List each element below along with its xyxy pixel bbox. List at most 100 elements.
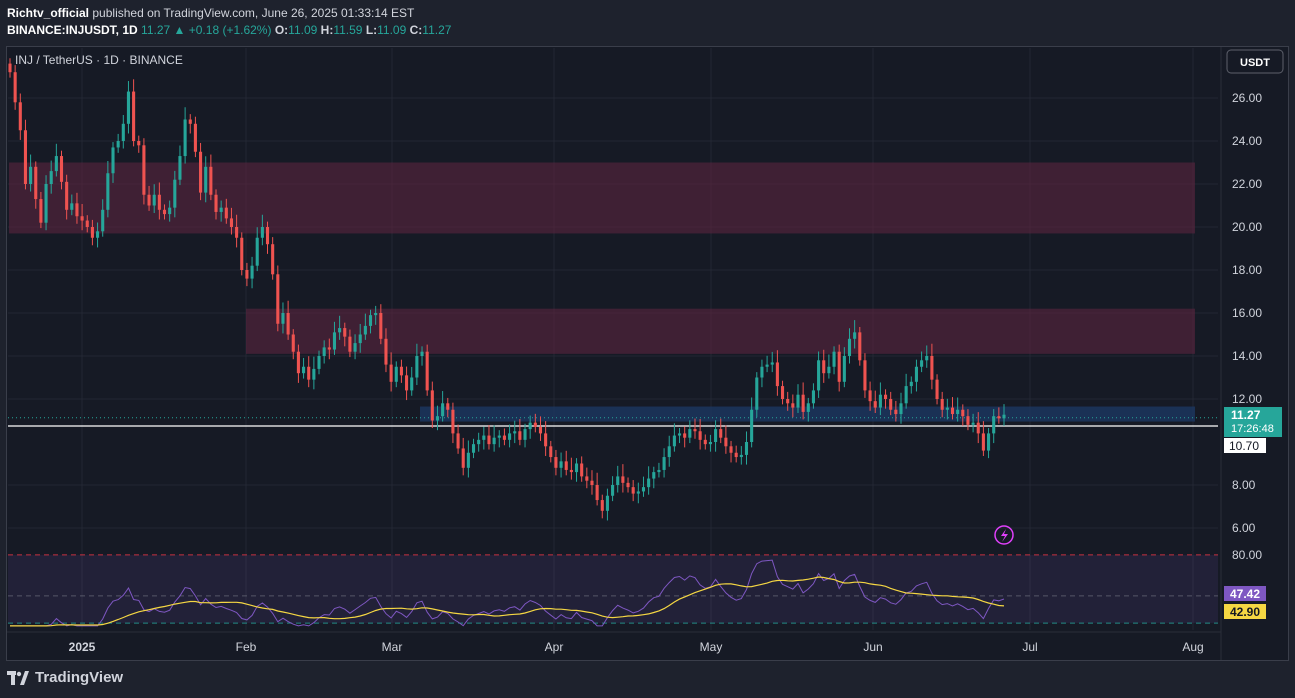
candle-body [971, 422, 975, 425]
candle-body [652, 472, 656, 479]
candle-body [703, 439, 707, 445]
candle-body [441, 403, 445, 417]
candle-body [343, 328, 347, 337]
candle-body [126, 91, 131, 124]
candle-body [806, 403, 810, 412]
candle-body [580, 463, 584, 477]
x-tick-label: May [700, 640, 723, 654]
tradingview-logo[interactable]: TradingView [7, 669, 123, 686]
candle-body [595, 485, 599, 501]
candle-body [714, 429, 718, 442]
candle-body [1002, 414, 1006, 419]
candle-body [332, 332, 337, 350]
candle-body [894, 409, 898, 415]
candle-body [528, 422, 532, 430]
rsi-pane [8, 554, 1218, 627]
x-tick-label: Jul [1022, 640, 1037, 654]
candle-body [698, 431, 702, 440]
candle-body [276, 274, 280, 324]
candle-body [688, 429, 692, 438]
candle-body [291, 334, 295, 352]
candle-body [18, 102, 22, 131]
brand-name: TradingView [35, 669, 124, 686]
x-tick-label: Feb [236, 640, 257, 654]
candle-body [719, 429, 723, 438]
candle-body [394, 366, 398, 382]
candle-body [116, 141, 120, 148]
candle-body [734, 452, 738, 458]
candle-body [224, 207, 228, 219]
candle-body [987, 433, 991, 451]
candle-body [461, 448, 465, 468]
candle-body [683, 433, 687, 438]
countdown-label: 17:26:48 [1231, 423, 1274, 435]
candle-body [569, 469, 573, 473]
candle-body [59, 156, 64, 182]
candle-body [574, 463, 579, 473]
price-chart[interactable]: 26.00 24.00 22.00 20.00 18.00 16.00 14.00 12.00… [0, 0, 1295, 698]
candle-body [997, 416, 1001, 419]
candle-body [981, 433, 985, 451]
rsi-upper-label: 80.00 [1232, 548, 1262, 562]
candle-body [590, 480, 594, 485]
candle-body [260, 227, 264, 238]
candle-body [920, 360, 924, 367]
candle-body [502, 435, 506, 440]
candle-body [724, 437, 728, 447]
candle-body [508, 433, 512, 440]
candle-body [405, 375, 409, 391]
candle-body [544, 433, 548, 447]
candle-body [976, 422, 980, 434]
candle-body [317, 356, 321, 369]
candle-body [235, 227, 239, 238]
candle-body [85, 220, 89, 227]
rsi-value-label: 47.42 [1230, 587, 1260, 601]
y-tick-label: 12.00 [1232, 392, 1262, 406]
y-tick-label: 20.00 [1232, 220, 1262, 234]
x-tick-label: Aug [1182, 640, 1203, 654]
x-tick-label: Jun [863, 640, 882, 654]
candle-body [600, 500, 604, 511]
candle-body [307, 366, 311, 380]
candle-body [219, 207, 223, 212]
level-label: 10.70 [1229, 439, 1259, 453]
candle-body [162, 209, 167, 215]
candle-body [909, 381, 913, 387]
candle-body [137, 141, 141, 146]
candle-body [945, 407, 949, 410]
candle-body [868, 390, 872, 402]
candle-body [399, 366, 403, 376]
candle-body [477, 439, 481, 445]
candle-body [950, 407, 955, 415]
candle-body [538, 426, 543, 434]
candle-body [961, 409, 965, 417]
candle-body [415, 356, 419, 378]
candle-body [621, 476, 625, 483]
candle-body [322, 347, 326, 356]
candle-body [193, 123, 197, 152]
candle-body [466, 452, 470, 468]
candle-body [229, 218, 234, 227]
candle-body [183, 119, 187, 157]
candle-body [147, 194, 151, 206]
candle-body [312, 368, 316, 380]
currency-button[interactable]: USDT [1226, 49, 1284, 74]
chart-title: INJ / TetherUS · 1D · BINANCE [15, 53, 183, 67]
price-zone [9, 162, 1195, 234]
candle-body [8, 63, 12, 73]
candle-body [729, 446, 733, 453]
candle-body [513, 431, 517, 434]
candle-body [250, 265, 254, 279]
candle-body [101, 209, 105, 232]
candle-body [791, 403, 795, 408]
candle-body [564, 461, 568, 470]
candle-body [796, 394, 800, 408]
candle-body [384, 338, 388, 365]
lightning-icon[interactable] [994, 525, 1014, 545]
candle-body [770, 362, 774, 365]
candle-body [817, 360, 821, 391]
candle-body [168, 207, 172, 215]
candle-body [904, 386, 908, 404]
candle-body [358, 334, 362, 344]
candle-body [837, 351, 841, 382]
